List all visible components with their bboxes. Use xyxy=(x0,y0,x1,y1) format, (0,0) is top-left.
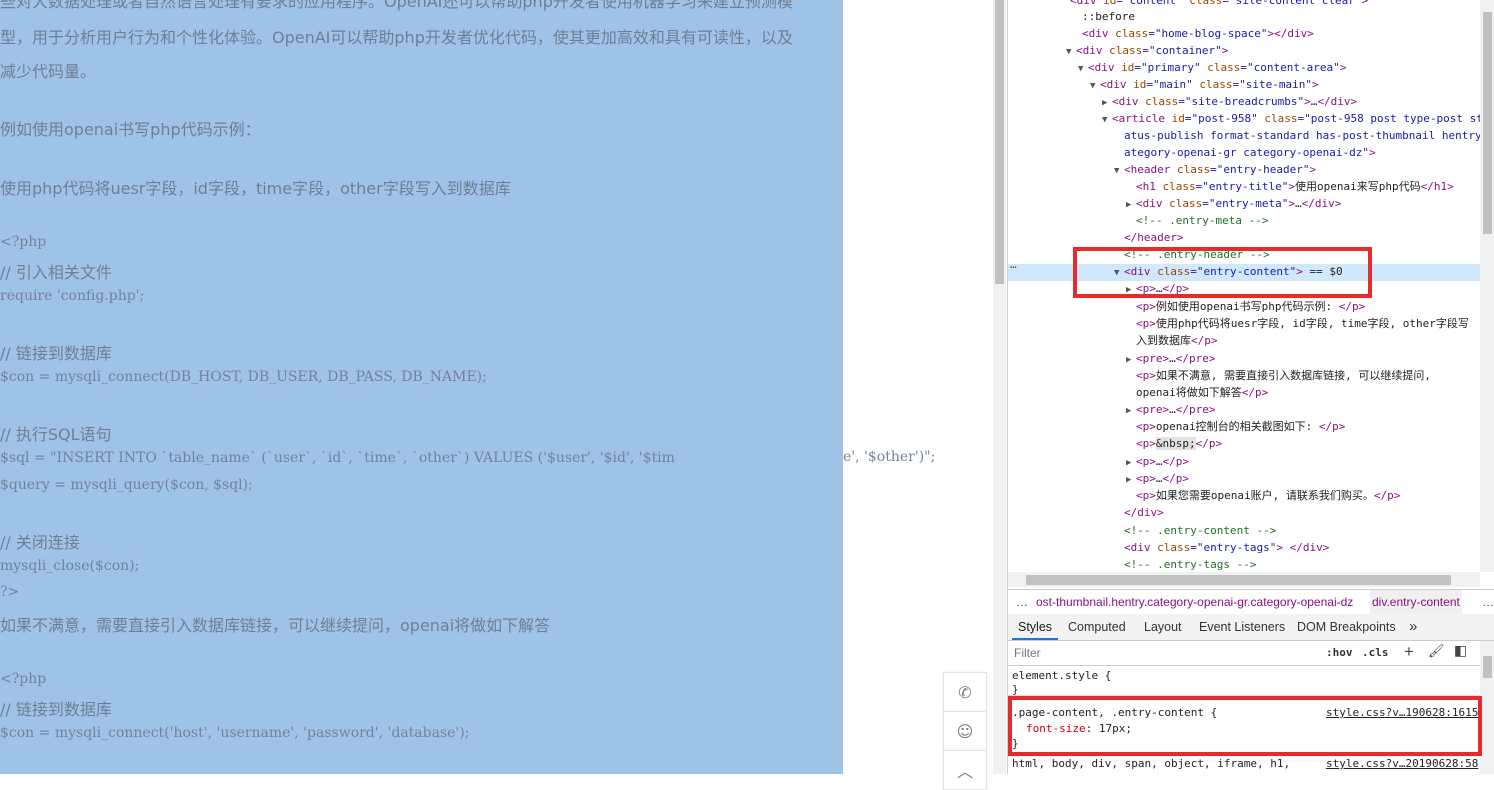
tab-computed[interactable]: Computed xyxy=(1068,614,1126,640)
dom-node-row[interactable]: ::before xyxy=(1072,8,1135,25)
dom-node-row[interactable]: ▼ <div id="primary" class="content-area"> xyxy=(1078,59,1346,76)
expand-triangle-icon[interactable]: ▼ xyxy=(1114,163,1124,180)
element-style-selector[interactable]: element.style { xyxy=(1012,668,1111,684)
code-line-overflow: e', '$other')"; xyxy=(843,449,936,465)
dom-node-row[interactable]: ▶ <div class="entry-meta">…</div> xyxy=(1126,195,1341,212)
breadcrumb-ellipsis[interactable]: … xyxy=(1016,590,1028,614)
code-comment: // 引入相关文件 xyxy=(0,263,112,282)
text-line-0: 些对大数据处理或者自然语言处理有要求的应用程序。OpenAI还可以帮助php开发… xyxy=(0,0,793,11)
dom-node-row[interactable]: openai将做如下解答</p> xyxy=(1126,384,1268,401)
phone-button[interactable]: ✆ xyxy=(943,672,987,712)
rule-source-link[interactable]: style.css?v…20190628:58 xyxy=(1326,756,1478,772)
styles-filter-input[interactable] xyxy=(1012,643,1316,663)
hov-toggle[interactable]: :hov xyxy=(1326,646,1353,659)
new-rule-icon[interactable]: + xyxy=(1404,642,1414,662)
tab-styles[interactable]: Styles xyxy=(1018,614,1052,640)
dom-node-row[interactable]: <p>&nbsp;</p> xyxy=(1126,435,1222,452)
text-line: 例如使用openai书写php代码示例： xyxy=(0,120,261,139)
back-to-top-button[interactable]: ︿ xyxy=(943,750,987,790)
more-tabs-icon[interactable]: » xyxy=(1409,614,1417,640)
breadcrumb-more[interactable]: … xyxy=(1482,590,1494,614)
code-line: $con = mysqli_connect('host', 'username'… xyxy=(0,725,470,741)
tab-event-listeners[interactable]: Event Listeners xyxy=(1199,614,1285,640)
dom-node-row[interactable]: ▶ <pre>…</pre> xyxy=(1126,401,1216,418)
highlight-box-entry-content xyxy=(1073,247,1372,298)
dom-node-row[interactable]: <h1 class="entry-title">使用openai来写php代码<… xyxy=(1126,178,1454,195)
node-menu-icon[interactable]: … xyxy=(1010,256,1017,273)
code-line: <?php xyxy=(0,671,47,687)
dom-node-row[interactable]: <!-- .entry-meta --> xyxy=(1126,212,1268,229)
dom-node-row[interactable]: ▼ <div class="container"> xyxy=(1066,42,1228,59)
rule-selector[interactable]: html, body, div, span, object, iframe, h… xyxy=(1012,756,1290,772)
breadcrumb-item-active[interactable]: div.entry-content xyxy=(1370,590,1462,614)
dom-node-row[interactable]: ategory-openai-gr category-openai-dz"> xyxy=(1114,144,1376,161)
tab-layout[interactable]: Layout xyxy=(1144,614,1182,640)
code-comment: // 执行SQL语句 xyxy=(0,425,112,444)
article-content-selected[interactable]: 些对大数据处理或者自然语言处理有要求的应用程序。OpenAI还可以帮助php开发… xyxy=(0,0,843,774)
elements-scrollbar-thumb[interactable] xyxy=(1483,12,1492,234)
dom-node-row[interactable]: </div> xyxy=(1114,504,1164,521)
dom-node-row[interactable]: atus-publish format-standard has-post-th… xyxy=(1114,127,1480,144)
dom-node-row[interactable]: ▼ <header class="entry-header"> xyxy=(1114,161,1316,178)
code-line: $sql = "INSERT INTO `table_name` (`user`… xyxy=(0,450,675,466)
tab-active-indicator xyxy=(1012,638,1058,640)
dom-node-row[interactable]: ▶ <p>…</p> xyxy=(1126,470,1189,487)
expand-triangle-icon[interactable]: ▼ xyxy=(1102,112,1112,129)
dom-node-row[interactable]: 入到数据库</p> xyxy=(1126,332,1218,349)
code-comment: // 链接到数据库 xyxy=(0,344,112,363)
sidebar-tabs: Styles Computed Layout Event Listeners D… xyxy=(1008,614,1494,641)
code-line: $con = mysqli_connect(DB_HOST, DB_USER, … xyxy=(0,369,487,385)
dom-node-row[interactable]: <p>如果您需要openai账户, 请联系我们购买。</p> xyxy=(1126,487,1400,504)
text-line: 如果不满意，需要直接引入数据库链接，可以继续提问，openai将做如下解答 xyxy=(0,616,551,635)
elements-hscrollbar-thumb[interactable] xyxy=(1026,575,1451,585)
code-line: mysqli_close($con); xyxy=(0,558,140,574)
code-comment: // 关闭连接 xyxy=(0,533,80,552)
dom-node-row[interactable]: ▶ <div class="site-breadcrumbs">…</div> xyxy=(1102,93,1357,110)
paint-icon[interactable]: 🖌 xyxy=(1428,644,1445,659)
wechat-icon: ☺ xyxy=(956,721,974,741)
dom-node-row[interactable]: <div class="home-blog-space"></div> xyxy=(1072,25,1314,42)
code-line: $query = mysqli_query($con, $sql); xyxy=(0,477,253,493)
highlight-box-font-size-rule xyxy=(1008,696,1482,756)
wechat-button[interactable]: ☺ xyxy=(943,711,987,751)
dom-node-row[interactable]: ▼ <div id="main" class="site-main"> xyxy=(1090,76,1319,93)
expand-triangle-icon[interactable]: ▼ xyxy=(1090,78,1100,95)
dom-node-row[interactable]: <div class="entry-tags"> </div> xyxy=(1114,539,1329,556)
code-comment: // 链接到数据库 xyxy=(0,700,112,719)
dom-node-row[interactable]: ▶ <pre>…</pre> xyxy=(1126,350,1216,367)
dom-node-row[interactable]: ▶ <p>…</p> xyxy=(1126,453,1189,470)
page-margin xyxy=(843,0,993,774)
expand-triangle-icon[interactable]: ▼ xyxy=(1066,44,1076,61)
tab-dom-breakpoints[interactable]: DOM Breakpoints xyxy=(1297,614,1396,640)
page-scrollbar-thumb[interactable] xyxy=(995,0,1004,284)
phone-icon: ✆ xyxy=(958,682,972,702)
code-line: require 'config.php'; xyxy=(0,288,145,304)
dom-node-row[interactable]: </header> xyxy=(1114,229,1184,246)
dom-node-row[interactable]: <!-- .entry-tags --> xyxy=(1114,556,1256,572)
code-line: ?> xyxy=(0,584,20,600)
breadcrumb-item[interactable]: ost-thumbnail.hentry.category-openai-gr.… xyxy=(1036,590,1353,614)
cls-toggle[interactable]: .cls xyxy=(1362,646,1389,659)
text-line: 使用php代码将uesr字段，id字段，time字段，other字段写入到数据库 xyxy=(0,179,511,198)
dom-node-row[interactable]: <p>openai控制台的相关截图如下: </p> xyxy=(1126,418,1345,435)
dom-node-row[interactable]: <p>如果不满意, 需要直接引入数据库链接, 可以继续提问, xyxy=(1126,367,1431,384)
dom-node-row[interactable]: <p>使用php代码将uesr字段, id字段, time字段, other字段… xyxy=(1126,315,1469,332)
devtools-panel: … <div id="content" class="site-content … xyxy=(1007,0,1494,774)
dom-breadcrumb: … ost-thumbnail.hentry.category-openai-g… xyxy=(1008,589,1494,615)
dom-node-row[interactable]: ▼ <article id="post-958" class="post-958 … xyxy=(1102,110,1480,127)
text-line: 型，用于分析用户行为和个性化体验。OpenAI可以帮助php开发者优化代码，使其… xyxy=(0,28,793,47)
styles-scrollbar-thumb[interactable] xyxy=(1483,656,1492,678)
expand-triangle-icon[interactable]: ▼ xyxy=(1078,61,1088,78)
styles-filter-bar: :hov .cls + 🖌 ◧ xyxy=(1008,641,1494,666)
chevron-up-icon: ︿ xyxy=(956,762,973,781)
toggle-sidebar-icon[interactable]: ◧ xyxy=(1454,643,1467,659)
text-line: 减少代码量。 xyxy=(0,62,97,81)
dom-node-row[interactable]: <p>例如使用openai书写php代码示例: </p> xyxy=(1126,298,1365,315)
dom-node-row[interactable]: <!-- .entry-content --> xyxy=(1114,522,1276,539)
code-line: <?php xyxy=(0,234,47,250)
